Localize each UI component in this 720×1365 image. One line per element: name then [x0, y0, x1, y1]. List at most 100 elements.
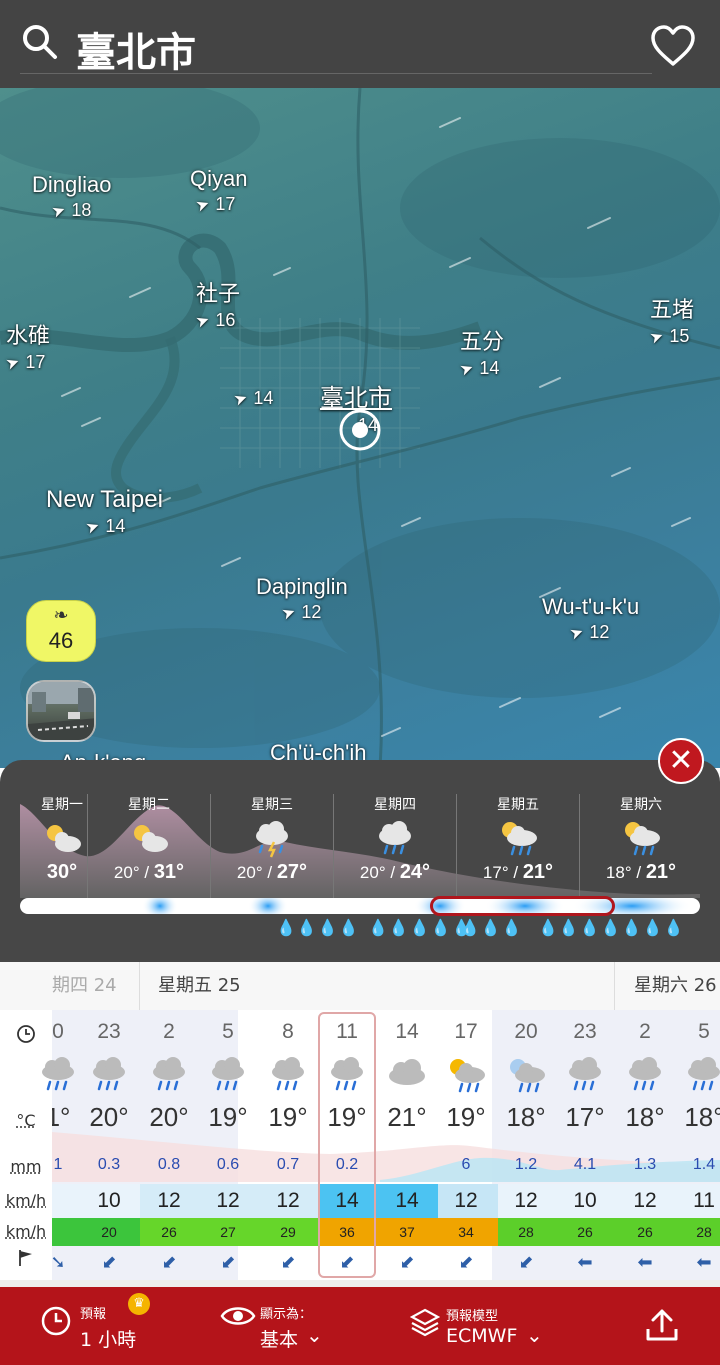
wind-arrow-icon: ➤ — [49, 201, 69, 222]
sun-cloud-rain-icon — [450, 1059, 485, 1093]
hour-column[interactable]: 23 17° 4.1 10 26 ⬅ — [555, 1010, 615, 1280]
forecast-interval-button[interactable]: 預報 1 小時 — [36, 1287, 196, 1365]
map-place-wutuku[interactable]: Wu-t'u-k'u ➤ 12 — [542, 594, 639, 644]
cloud-rain-icon — [569, 1057, 601, 1091]
cloud-rain-icon — [629, 1057, 661, 1091]
wind-arrow-icon: ➤ — [279, 603, 299, 624]
wind-direction-icon: ⬋ — [399, 1252, 415, 1273]
wind-direction-icon: ⬅ — [637, 1252, 653, 1273]
rain-drops-fri: 💧💧💧 — [460, 918, 523, 937]
clock-icon — [41, 1306, 71, 1336]
cloud-rain-icon — [688, 1057, 720, 1091]
hour-column[interactable]: 17 19° 6 12 34 ⬋ — [436, 1010, 496, 1280]
day-header-friday: 星期五 25 — [158, 975, 241, 996]
hour-column[interactable]: 5 19° 0.6 12 27 ⬋ — [198, 1010, 258, 1280]
webcam-image — [28, 682, 94, 740]
wind-arrow-icon: ➤ — [83, 517, 103, 538]
webcam-thumbnail[interactable] — [26, 680, 96, 742]
rain-drops-sat: 💧💧💧💧💧💧💧 — [538, 918, 685, 937]
sun-cloud-rain-icon — [502, 822, 537, 856]
wind-direction-icon: ⬋ — [458, 1252, 474, 1273]
wind-direction-icon: ⬋ — [220, 1252, 236, 1273]
cloud-lightning-rain-icon — [256, 821, 288, 858]
bottom-toolbar: 預報 1 小時 顯示為： 基本 ⌄ 預報模型 ECMWF ⌄ — [0, 1287, 720, 1365]
wind-direction-icon: ⬋ — [280, 1252, 296, 1273]
wind-flag-icon — [19, 1250, 32, 1266]
wind-direction-icon: ⬋ — [518, 1252, 534, 1273]
rain-drops-wed: 💧💧💧💧 — [276, 918, 360, 937]
hour-column[interactable]: 5 18° 1.4 11 28 ⬅ — [674, 1010, 720, 1280]
sun-cloud-icon — [134, 825, 168, 852]
day-header-prev: 期四 24 — [52, 975, 117, 996]
hour-column[interactable]: 14 21° 14 37 ⬋ — [377, 1010, 437, 1280]
search-input[interactable]: 臺北市 — [76, 20, 196, 78]
leaf-icon: ❧ — [53, 605, 69, 626]
hour-column[interactable]: 2 18° 1.3 12 26 ⬅ — [615, 1010, 675, 1280]
wind-arrow-icon: ➤ — [3, 353, 23, 374]
hour-column[interactable]: 8 19° 0.7 12 29 ⬋ — [258, 1010, 318, 1280]
current-location-icon[interactable] — [338, 408, 382, 452]
hour-column[interactable]: 2 20° 0.8 12 26 ⬋ — [139, 1010, 199, 1280]
temp-unit-label[interactable]: °C — [0, 1108, 52, 1134]
map-place-dapinglin[interactable]: Dapinglin ➤ 12 — [256, 574, 348, 624]
map-place-shezi[interactable]: 社子 ➤ 16 — [193, 276, 240, 332]
wind-unit-label[interactable]: km/h — [0, 1188, 52, 1214]
wind-direction-icon: ⬅ — [696, 1252, 712, 1273]
cloud-rain-icon — [42, 1057, 74, 1091]
hour-column[interactable]: 23 20° 0.3 10 20 ⬋ — [79, 1010, 139, 1280]
layers-icon — [410, 1308, 440, 1337]
weather-map[interactable]: Dingliao ➤ 18 Qiyan ➤ 17 社子 ➤ 16 水碓 ➤ 17 五分 … — [0, 88, 720, 768]
premium-crown-icon: ♛ — [128, 1293, 150, 1315]
favorite-heart-icon[interactable] — [650, 24, 696, 68]
map-place-dingliao[interactable]: Dingliao ➤ 18 — [32, 172, 112, 222]
day-wednesday[interactable]: 星期三 20° / 27° — [210, 794, 334, 898]
share-icon — [646, 1309, 678, 1341]
precip-unit-label[interactable]: mm — [0, 1156, 52, 1178]
wind-direction-icon: ⬅ — [577, 1252, 593, 1273]
day-tuesday[interactable]: 星期二 20° / 31° — [87, 794, 211, 898]
map-place-wufen[interactable]: 五分 ➤ 14 — [457, 324, 504, 380]
clock-icon — [17, 1025, 35, 1043]
rain-drops-thu: 💧💧💧💧💧 — [368, 918, 473, 937]
cloud-rain-icon — [153, 1057, 185, 1091]
map-place-qiyan[interactable]: Qiyan ➤ 17 — [190, 166, 247, 216]
close-icon: ✕ — [668, 743, 694, 778]
close-button[interactable]: ✕ — [658, 738, 704, 784]
cloud-rain-icon — [93, 1057, 125, 1091]
cloud-icon — [389, 1059, 425, 1085]
search-bar[interactable]: 臺北市 — [0, 0, 720, 88]
day-thursday[interactable]: 星期四 20° / 24° — [333, 794, 457, 898]
day-saturday[interactable]: 星期六 18° / 21° — [579, 794, 703, 898]
moon-cloud-rain-icon — [510, 1059, 545, 1093]
wind-arrow-icon: ➤ — [193, 311, 213, 332]
wind-arrow-icon: ➤ — [567, 623, 587, 644]
hour-column[interactable]: 20 18° 1.2 12 28 ⬋ — [496, 1010, 556, 1280]
eye-icon — [220, 1307, 256, 1325]
cloud-rain-icon — [212, 1057, 244, 1091]
air-quality-badge[interactable]: ❧ 46 — [26, 600, 96, 662]
wind-direction-icon: ⬋ — [161, 1252, 177, 1273]
wind-arrow-icon: ➤ — [193, 195, 213, 216]
search-underline — [20, 73, 652, 74]
map-place-shuidui[interactable]: 水碓 ➤ 17 — [3, 318, 50, 374]
chevron-down-icon: ⌄ — [306, 1323, 323, 1347]
wind-arrow-icon: ➤ — [231, 389, 251, 410]
day-friday[interactable]: 星期五 17° / 21° — [456, 794, 580, 898]
map-wind-marker[interactable]: ➤ 14 — [231, 386, 274, 410]
sun-cloud-icon — [47, 825, 81, 852]
share-button[interactable] — [640, 1287, 690, 1365]
day-header-saturday: 星期六 26 — [634, 975, 717, 996]
map-place-wudu[interactable]: 五堵 ➤ 15 — [647, 292, 694, 348]
search-icon[interactable] — [22, 24, 58, 60]
display-mode-button[interactable]: 顯示為： 基本 ⌄ — [218, 1287, 368, 1365]
wind-arrow-icon: ➤ — [647, 327, 667, 348]
selected-range-indicator[interactable] — [430, 896, 615, 916]
gust-unit-label[interactable]: km/h — [0, 1218, 52, 1246]
cloud-rain-icon — [379, 821, 411, 855]
selected-hour-indicator — [318, 1012, 376, 1278]
map-place-new-taipei[interactable]: New Taipei ➤ 14 — [46, 486, 163, 538]
cloud-rain-icon — [272, 1057, 304, 1091]
sun-cloud-rain-icon — [625, 822, 660, 856]
forecast-model-button[interactable]: 預報模型 ECMWF ⌄ — [408, 1287, 568, 1365]
wind-arrow-icon: ➤ — [457, 359, 477, 380]
